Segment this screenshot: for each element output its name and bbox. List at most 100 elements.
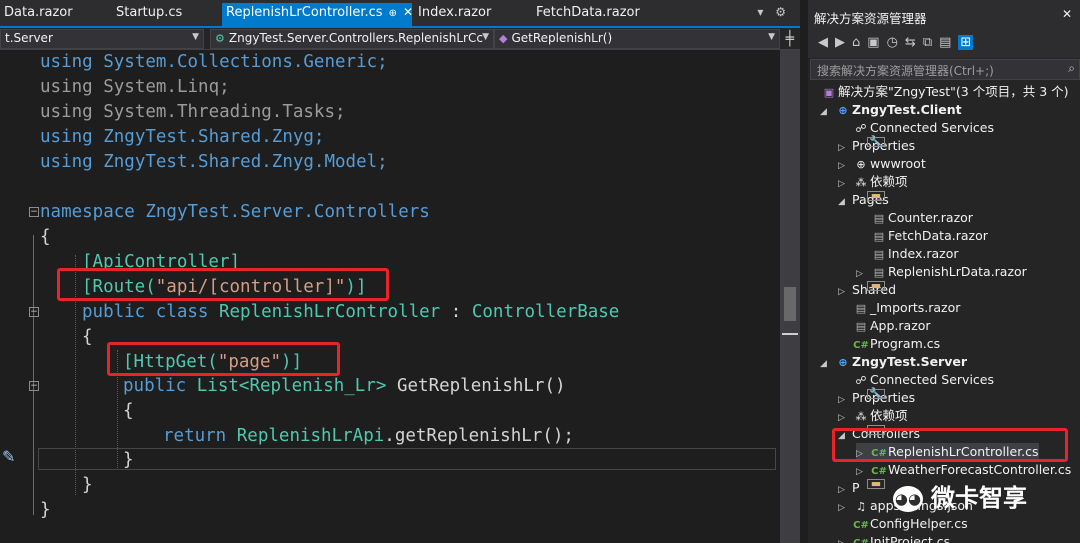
tree-item-label: App.razor bbox=[870, 318, 931, 333]
code-text: using System.Collections.Generic; bbox=[40, 52, 388, 72]
code-line: public List<Replenish_Lr> GetReplenishLr… bbox=[123, 374, 566, 398]
tree-item-label: 依赖项 bbox=[870, 174, 908, 189]
code-line: return ReplenishLrApi.getReplenishLr(); bbox=[163, 424, 574, 448]
fold-toggle[interactable]: − bbox=[29, 307, 39, 317]
expand-arrow-icon[interactable]: ◢ bbox=[838, 193, 852, 211]
tree-item[interactable]: ▷ 🔧 Properties bbox=[838, 388, 915, 407]
tab-replenishlrcontroller-cs[interactable]: ReplenishLrController.cs ⊕ ✕ bbox=[222, 3, 413, 26]
vertical-scrollbar[interactable] bbox=[780, 50, 800, 543]
fold-toggle[interactable]: − bbox=[29, 207, 39, 217]
back-icon[interactable]: ◀ bbox=[818, 35, 835, 50]
tree-item-client-project[interactable]: ◢ ⊕ ZngyTest.Client bbox=[820, 101, 962, 119]
properties-icon[interactable]: ⊞ bbox=[958, 35, 974, 50]
tree-item-label: Connected Services bbox=[870, 120, 994, 135]
close-icon[interactable]: ✕ bbox=[1062, 7, 1072, 21]
tab-overflow-icon[interactable]: ▾ ⚙ bbox=[757, 5, 790, 19]
route-annotation-box bbox=[57, 268, 389, 301]
httpget-annotation-box bbox=[107, 342, 340, 376]
tree-item[interactable]: ◢ ▬ Pages bbox=[838, 190, 889, 211]
globe-icon: ⊕ bbox=[856, 158, 866, 171]
project-dropdown-value: t.Server bbox=[5, 31, 53, 45]
scrollbar-thumb[interactable] bbox=[784, 287, 796, 321]
code-text: using System.Linq; bbox=[40, 77, 230, 97]
tab-startup-cs[interactable]: Startup.cs bbox=[112, 3, 216, 26]
chevron-down-icon: ▼ bbox=[192, 32, 199, 42]
search-icon[interactable]: ⌕ bbox=[1068, 61, 1075, 76]
tree-item[interactable]: ▷ C#WeatherForecastController.cs bbox=[856, 461, 1071, 479]
code-editor[interactable]: Data.razor Startup.cs ReplenishLrControl… bbox=[0, 0, 800, 543]
code-text: { bbox=[40, 227, 51, 247]
tree-item-label: wwwroot bbox=[870, 156, 926, 171]
tree-item[interactable]: ▷C#InitProject.cs bbox=[838, 533, 950, 543]
forward-icon[interactable]: ▶ bbox=[835, 35, 852, 50]
expand-arrow-icon[interactable]: ◢ bbox=[820, 103, 834, 121]
tree-item[interactable]: ▤ _Imports.razor bbox=[852, 299, 961, 317]
expand-arrow-icon[interactable]: ◢ bbox=[820, 355, 834, 373]
controller-file-annotation-box bbox=[832, 428, 1068, 462]
sync-icon[interactable]: ⇆ bbox=[905, 35, 923, 50]
expand-arrow-icon[interactable]: ▷ bbox=[838, 535, 852, 543]
expand-arrow-icon[interactable]: ▷ bbox=[838, 499, 852, 517]
dependencies-icon: ⁂ bbox=[855, 410, 867, 423]
collapse-all-icon[interactable]: ⧉ bbox=[923, 35, 939, 50]
folder-icon: ▬ bbox=[867, 280, 885, 291]
solution-icon: ▣ bbox=[823, 86, 835, 99]
tree-item[interactable]: C#ConfigHelper.cs bbox=[852, 515, 968, 533]
tree-item[interactable]: ▤ App.razor bbox=[852, 317, 931, 335]
tree-item[interactable]: ▤ Counter.razor bbox=[870, 209, 973, 227]
paintbrush-icon[interactable]: ✎ bbox=[2, 447, 15, 466]
code-text: ReplenishLrApi bbox=[236, 426, 385, 446]
member-dropdown[interactable]: ◆ GetReplenishLr() ▼ bbox=[494, 29, 780, 49]
tree-item[interactable]: ▷ ▤ ReplenishLrData.razor bbox=[856, 263, 1027, 281]
tree-item-label: 依赖项 bbox=[870, 408, 908, 423]
solution-explorer: 解决方案资源管理器 ✕ ◀▶⌂▣◷⇆⧉▤ ⊞ 搜索解决方案资源管理器(Ctrl+;… bbox=[808, 0, 1080, 543]
tree-item-solution[interactable]: ▣ 解决方案"ZngyTest"(3 个项目，共 3 个) bbox=[820, 83, 1069, 101]
pin-icon[interactable]: ⊕ bbox=[389, 8, 397, 19]
fold-toggle[interactable]: − bbox=[29, 381, 39, 391]
tree-item[interactable]: ▤ Index.razor bbox=[870, 245, 959, 263]
tree-item[interactable]: C#Program.cs bbox=[852, 335, 940, 353]
tab-data-razor[interactable]: Data.razor bbox=[0, 3, 106, 26]
tree-item[interactable]: ▷ ▬ P bbox=[838, 478, 885, 497]
connected-services-icon: ☍ bbox=[855, 122, 867, 135]
tab-fetchdata-razor[interactable]: FetchData.razor bbox=[532, 3, 662, 26]
split-window-icon[interactable]: ╪ bbox=[786, 31, 794, 47]
code-line: { bbox=[123, 399, 134, 423]
watermark-text: 微卡智享 bbox=[931, 484, 1027, 512]
code-line: using ZngyTest.Shared.Znyg.Model; bbox=[40, 150, 388, 174]
tree-item-label: ReplenishLrData.razor bbox=[888, 264, 1027, 279]
tree-item[interactable]: ▷ ▬ Shared bbox=[838, 280, 896, 301]
show-all-files-icon[interactable]: ▤ bbox=[939, 35, 958, 50]
class-icon: ⚙ bbox=[215, 32, 225, 45]
code-line: public class ReplenishLrController : Con… bbox=[82, 300, 619, 324]
expand-arrow-icon[interactable]: ▷ bbox=[838, 283, 852, 301]
switch-view-icon[interactable]: ▣ bbox=[867, 35, 886, 50]
tree-item[interactable]: ▷ ⊕ wwwroot bbox=[838, 155, 926, 173]
class-dropdown-value: ZngyTest.Server.Controllers.ReplenishLrC… bbox=[228, 31, 483, 45]
solution-tree: ▣ 解决方案"ZngyTest"(3 个项目，共 3 个) ◢ ⊕ ZngyTest.… bbox=[808, 82, 1080, 543]
class-dropdown[interactable]: ⚙ ZngyTest.Server.Controllers.ReplenishLr… bbox=[210, 29, 494, 49]
tab-index-razor[interactable]: Index.razor bbox=[414, 3, 530, 26]
project-dropdown[interactable]: t.Server ▼ bbox=[0, 29, 204, 49]
solution-explorer-title-bar: 解决方案资源管理器 ✕ bbox=[808, 0, 1080, 30]
scroll-position-marker bbox=[782, 333, 798, 335]
document-tab-bar: Data.razor Startup.cs ReplenishLrControl… bbox=[0, 0, 800, 28]
tree-item[interactable]: ▷ 🔧 Properties bbox=[838, 136, 915, 155]
tree-item[interactable]: ▤ FetchData.razor bbox=[870, 227, 988, 245]
code-line: using System.Linq; bbox=[40, 75, 230, 99]
panel-title: 解决方案资源管理器 bbox=[814, 11, 927, 26]
code-text: } bbox=[82, 475, 93, 495]
tab-label: ReplenishLrController.cs bbox=[226, 5, 383, 20]
tree-item-label: Counter.razor bbox=[888, 210, 973, 225]
project-icon: ⊕ bbox=[838, 356, 848, 369]
code-text: ControllerBase bbox=[471, 302, 620, 322]
home-icon[interactable]: ⌂ bbox=[852, 35, 867, 50]
tree-item-server-project[interactable]: ◢ ⊕ ZngyTest.Server bbox=[820, 353, 967, 371]
code-text: { bbox=[82, 327, 93, 347]
tree-item-label: _Imports.razor bbox=[870, 300, 961, 315]
tree-item-label: 解决方案"ZngyTest"(3 个项目，共 3 个) bbox=[838, 84, 1069, 99]
method-icon: ◆ bbox=[499, 32, 508, 45]
history-icon[interactable]: ◷ bbox=[887, 35, 905, 50]
solution-search-input[interactable]: 搜索解决方案资源管理器(Ctrl+;) ⌕ bbox=[810, 59, 1080, 80]
close-icon[interactable]: ✕ bbox=[403, 5, 413, 19]
